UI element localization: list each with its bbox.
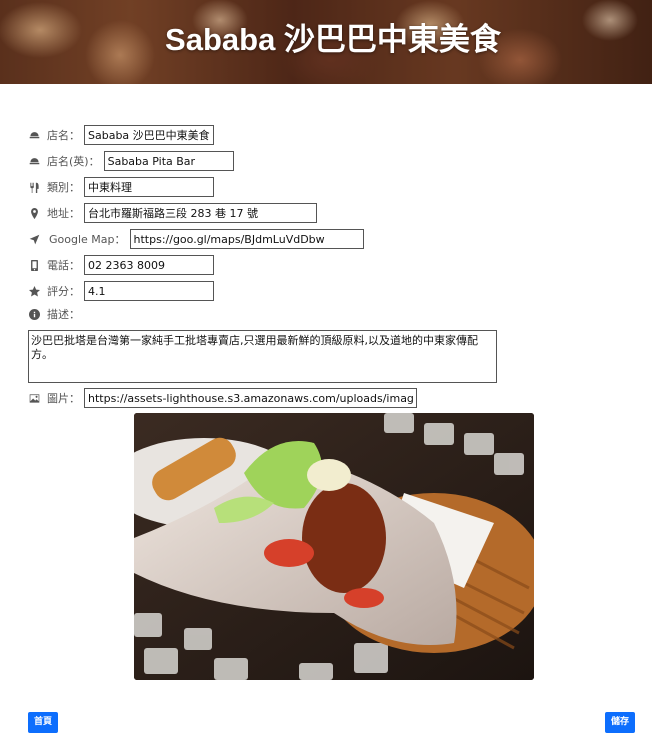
mobile-icon: [28, 259, 41, 272]
dome-icon: [28, 155, 41, 168]
field-row-phone: 電話：: [28, 254, 214, 276]
field-row-name-en: 店名(英)：: [28, 150, 234, 172]
google-map-label: Google Map：: [49, 233, 126, 246]
description-textarea[interactable]: [28, 330, 497, 383]
image-icon: [28, 392, 41, 405]
utensils-icon: [28, 181, 41, 194]
home-button[interactable]: 首頁: [28, 712, 59, 733]
field-row-name: 店名：: [28, 124, 214, 146]
image-label: 圖片：: [47, 392, 80, 405]
field-row-address: 地址：: [28, 202, 317, 224]
save-button[interactable]: 儲存: [605, 712, 636, 733]
header-banner: Sababa 沙巴巴中東美食: [0, 0, 652, 84]
phone-label: 電話：: [47, 259, 80, 272]
location-arrow-icon: [28, 233, 41, 246]
name-label: 店名：: [47, 129, 80, 142]
info-circle-icon: [28, 308, 41, 321]
field-row-image: 圖片：: [28, 387, 417, 409]
image-url-input[interactable]: [84, 388, 417, 408]
name-input[interactable]: [84, 125, 214, 145]
category-label: 類別：: [47, 181, 80, 194]
star-icon: [28, 285, 41, 298]
field-row-google-map: Google Map：: [28, 228, 364, 250]
restaurant-photo: [134, 413, 534, 680]
name-en-input[interactable]: [103, 151, 234, 171]
rating-label: 評分：: [47, 285, 80, 298]
field-row-category: 類別：: [28, 176, 214, 198]
google-map-input[interactable]: [129, 229, 364, 249]
field-row-description: 描述：: [28, 303, 84, 325]
rating-input[interactable]: [84, 281, 214, 301]
address-label: 地址：: [47, 207, 80, 220]
description-label: 描述：: [47, 308, 80, 321]
phone-input[interactable]: [84, 255, 214, 275]
page-title: Sababa 沙巴巴中東美食: [165, 22, 501, 57]
field-row-rating: 評分：: [28, 280, 214, 302]
dome-icon: [28, 129, 41, 142]
address-input[interactable]: [84, 203, 317, 223]
map-marker-icon: [28, 207, 41, 220]
name-en-label: 店名(英)：: [47, 155, 100, 168]
category-input[interactable]: [84, 177, 214, 197]
